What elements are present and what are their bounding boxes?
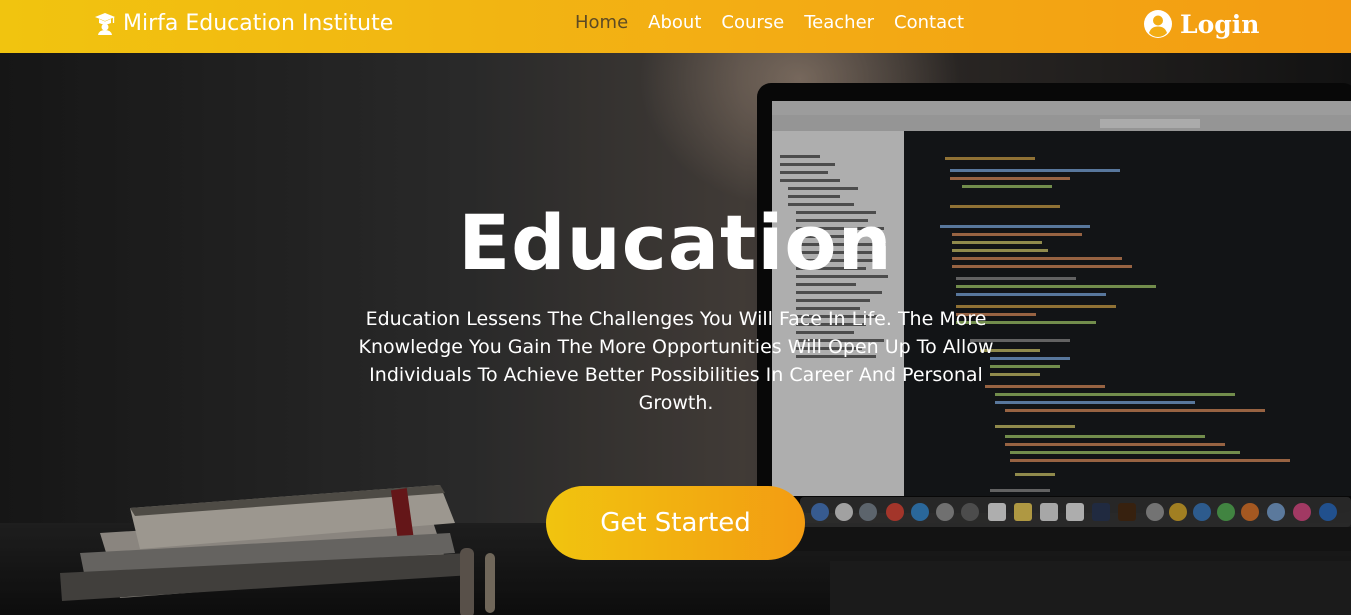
nav-contact[interactable]: Contact bbox=[894, 11, 964, 35]
graduation-cap-icon bbox=[95, 13, 115, 35]
brand-name: Mirfa Education Institute bbox=[123, 10, 394, 36]
nav-teacher[interactable]: Teacher bbox=[804, 11, 874, 35]
main-nav: Home About Course Teacher Contact bbox=[575, 11, 984, 35]
login-link[interactable]: Login bbox=[1143, 7, 1259, 41]
hero-title: Education bbox=[458, 198, 893, 287]
brand-link[interactable]: Mirfa Education Institute bbox=[93, 7, 393, 39]
get-started-button[interactable]: Get Started bbox=[546, 486, 805, 560]
user-circle-icon bbox=[1144, 10, 1172, 38]
nav-home[interactable]: Home bbox=[575, 11, 628, 35]
hero-description: Education Lessens The Challenges You Wil… bbox=[358, 308, 994, 414]
nav-about[interactable]: About bbox=[648, 11, 701, 35]
nav-course[interactable]: Course bbox=[721, 11, 784, 35]
top-navbar: Mirfa Education Institute Home About Cou… bbox=[0, 0, 1351, 53]
hero-section: Education Education Lessens The Challeng… bbox=[0, 53, 1351, 615]
login-label: Login bbox=[1180, 9, 1260, 39]
